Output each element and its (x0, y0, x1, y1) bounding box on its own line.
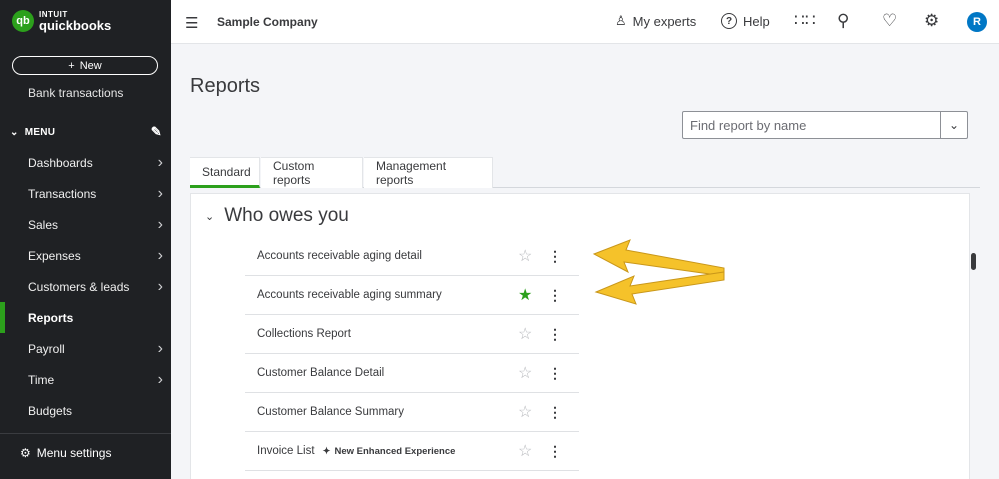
report-tabs: Standard Custom reports Management repor… (190, 157, 980, 188)
star-outline-icon[interactable]: ☆ (518, 246, 532, 266)
person-icon: ♙ (615, 13, 627, 28)
report-name[interactable]: Invoice List (257, 445, 315, 457)
logo-product-text: quickbooks (39, 17, 112, 33)
new-experience-badge: ✦ New Enhanced Experience (323, 446, 456, 457)
sidebar-item-dashboards[interactable]: Dashboards › (0, 147, 171, 178)
sidebar: qb INTUIT quickbooks + New Bank transact… (0, 0, 171, 479)
star-outline-icon[interactable]: ☆ (518, 324, 532, 344)
more-options-icon[interactable]: ⋮ (548, 404, 562, 421)
sidebar-item-label: Time (28, 372, 55, 387)
chevron-right-icon: › (157, 153, 163, 171)
collapse-menu-icon[interactable]: ☰ (185, 14, 198, 32)
menu-settings-button[interactable]: ⚙ Menu settings (0, 433, 171, 460)
chevron-right-icon: › (157, 215, 163, 233)
more-options-icon[interactable]: ⋮ (548, 287, 562, 304)
tab-custom-reports[interactable]: Custom reports (261, 157, 363, 188)
qb-logo-icon: qb (12, 10, 34, 32)
search-icon[interactable]: ⚲ (837, 11, 849, 31)
help-label: Help (743, 13, 770, 29)
report-row[interactable]: Collections Report ☆ ⋮ (245, 315, 579, 354)
star-outline-icon[interactable]: ☆ (518, 441, 532, 461)
chevron-down-icon: ⌄ (205, 210, 215, 223)
avatar[interactable]: R (967, 12, 987, 32)
more-options-icon[interactable]: ⋮ (548, 443, 562, 460)
more-options-icon[interactable]: ⋮ (548, 365, 562, 382)
chevron-down-icon[interactable]: ⌄ (940, 112, 967, 138)
gear-icon: ⚙ (20, 446, 31, 460)
quickbooks-logo[interactable]: qb INTUIT quickbooks (12, 10, 111, 32)
report-name[interactable]: Collections Report (257, 328, 351, 340)
sidebar-item-sales[interactable]: Sales › (0, 209, 171, 240)
new-button-label: New (79, 59, 102, 72)
menu-header-label: MENU (24, 126, 56, 138)
sidebar-item-bank-transactions[interactable]: Bank transactions (28, 86, 123, 100)
my-experts-button[interactable]: ♙ My experts (615, 13, 696, 29)
help-icon: ? (721, 13, 737, 29)
settings-gear-icon[interactable]: ⚙ (924, 11, 939, 31)
pencil-icon[interactable]: ✎ (151, 124, 162, 140)
chevron-right-icon: › (157, 370, 163, 388)
sidebar-item-label: Dashboards (28, 155, 93, 170)
find-report-input[interactable] (683, 112, 940, 138)
chevron-right-icon: › (157, 184, 163, 202)
chevron-right-icon: › (157, 246, 163, 264)
sidebar-item-label: Reports (28, 310, 74, 325)
star-filled-icon[interactable]: ★ (518, 285, 532, 305)
report-name[interactable]: Customer Balance Detail (257, 367, 384, 379)
sidebar-item-label: Sales (28, 217, 59, 232)
report-row[interactable]: Customer Balance Detail ☆ ⋮ (245, 354, 579, 393)
tab-management-reports[interactable]: Management reports (364, 157, 493, 188)
more-options-icon[interactable]: ⋮ (548, 248, 562, 265)
report-name[interactable]: Accounts receivable aging summary (257, 289, 442, 301)
magic-wand-icon: ✦ (322, 445, 331, 457)
sidebar-item-payroll[interactable]: Payroll › (0, 333, 171, 364)
sidebar-item-expenses[interactable]: Expenses › (0, 240, 171, 271)
find-report-dropdown[interactable]: ⌄ (682, 111, 968, 139)
sidebar-item-transactions[interactable]: Transactions › (0, 178, 171, 209)
page-title: Reports (190, 75, 261, 97)
section-who-owes-you[interactable]: ⌄ Who owes you (205, 205, 349, 227)
tab-standard[interactable]: Standard (190, 157, 260, 188)
plus-icon: + (68, 59, 75, 72)
sidebar-item-budgets[interactable]: Budgets (0, 395, 171, 426)
sidebar-item-label: Budgets (28, 403, 73, 418)
star-outline-icon[interactable]: ☆ (518, 363, 532, 383)
bell-icon[interactable]: ♡ (882, 11, 897, 31)
new-button[interactable]: + New (12, 56, 158, 75)
star-outline-icon[interactable]: ☆ (518, 402, 532, 422)
apps-grid-icon[interactable]: ∷∷ (794, 11, 816, 31)
top-bar: ☰ Sample Company ♙ My experts ? Help ∷∷ … (171, 0, 999, 44)
more-options-icon[interactable]: ⋮ (548, 326, 562, 343)
menu-header[interactable]: ⌄ MENU ✎ (10, 124, 162, 140)
report-row[interactable]: Invoice List ✦ New Enhanced Experience ☆… (245, 432, 579, 471)
annotation-arrows (592, 239, 725, 305)
my-experts-label: My experts (632, 13, 697, 29)
sidebar-item-label: Payroll (28, 341, 65, 356)
report-row[interactable]: Customer Balance Summary ☆ ⋮ (245, 393, 579, 432)
chevron-right-icon: › (157, 339, 163, 357)
scrollbar-thumb[interactable] (971, 253, 976, 270)
sidebar-item-label: Expenses (28, 248, 81, 263)
section-title-label: Who owes you (224, 205, 349, 226)
help-button[interactable]: ? Help (721, 13, 770, 29)
chevron-down-icon: ⌄ (10, 126, 19, 138)
sidebar-item-reports[interactable]: Reports (0, 302, 171, 333)
sidebar-item-label: Customers & leads (28, 279, 130, 294)
sidebar-item-label: Transactions (28, 186, 97, 201)
sidebar-item-customers-leads[interactable]: Customers & leads › (0, 271, 171, 302)
report-name[interactable]: Accounts receivable aging detail (257, 250, 422, 262)
company-name: Sample Company (217, 15, 318, 29)
report-name[interactable]: Customer Balance Summary (257, 406, 404, 418)
report-row[interactable]: Accounts receivable aging detail ☆ ⋮ (245, 237, 579, 276)
menu-settings-label: Menu settings (36, 446, 112, 460)
chevron-right-icon: › (157, 277, 163, 295)
sidebar-item-time[interactable]: Time › (0, 364, 171, 395)
report-row[interactable]: Accounts receivable aging summary ★ ⋮ (245, 276, 579, 315)
badge-label: New Enhanced Experience (334, 445, 456, 457)
